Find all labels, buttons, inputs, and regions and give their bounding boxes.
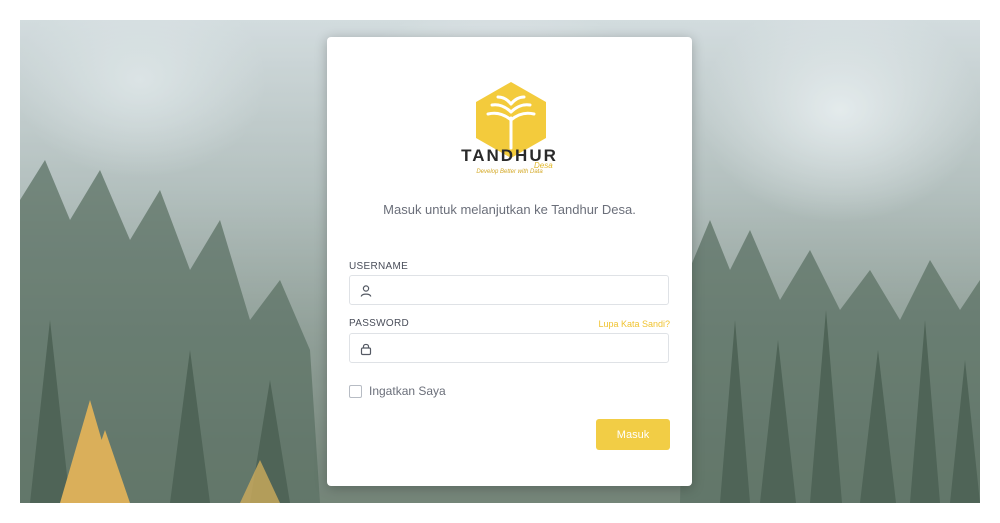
brand-tagline: Develop Better with Data <box>476 169 543 175</box>
user-icon <box>360 285 372 297</box>
remember-me[interactable]: Ingatkan Saya <box>349 384 446 398</box>
username-input[interactable] <box>382 276 666 306</box>
password-input[interactable] <box>382 334 666 364</box>
lock-icon <box>360 343 372 356</box>
remember-checkbox[interactable] <box>349 384 362 398</box>
login-card: TANDHUR Desa Develop Better with Data Ma… <box>327 37 692 486</box>
brand-name: TANDHUR <box>461 146 558 165</box>
username-field[interactable] <box>349 275 669 306</box>
username-label: USERNAME <box>349 261 409 272</box>
remember-label: Ingatkan Saya <box>369 384 446 398</box>
forgot-password-link[interactable]: Lupa Kata Sandi? <box>598 319 670 329</box>
password-field[interactable] <box>349 333 669 364</box>
password-label: PASSWORD <box>349 318 409 329</box>
submit-button[interactable]: Masuk <box>596 419 670 450</box>
login-subtitle: Masuk untuk melanjutkan ke Tandhur Desa. <box>383 202 636 217</box>
